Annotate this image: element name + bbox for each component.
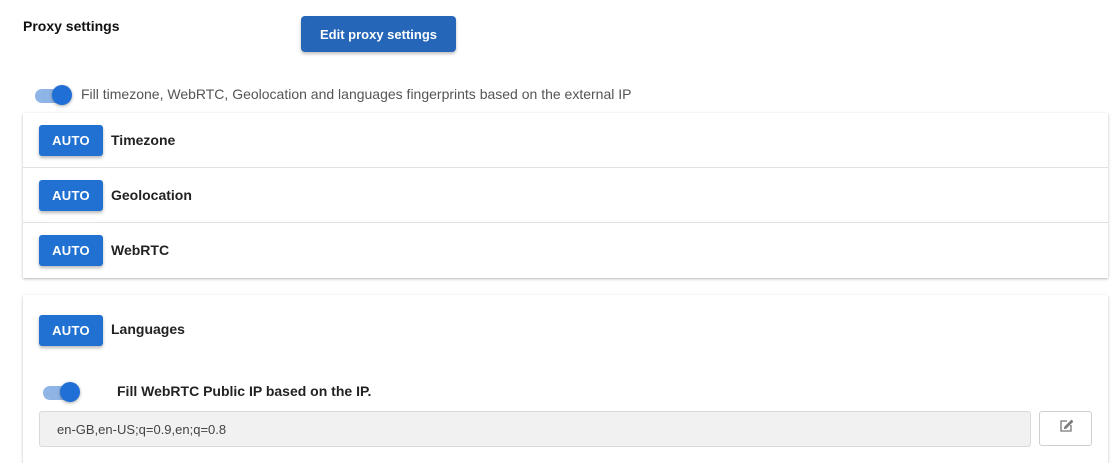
toggle-knob (52, 85, 72, 105)
section-title: Proxy settings (23, 18, 120, 34)
edit-icon (1058, 418, 1074, 439)
timezone-auto-button[interactable]: AUTO (39, 125, 103, 156)
languages-input[interactable] (39, 411, 1031, 447)
fingerprint-toggle-label: Fill timezone, WebRTC, Geolocation and l… (81, 86, 632, 102)
edit-languages-button[interactable] (1039, 411, 1092, 446)
webrtc-label: WebRTC (111, 242, 170, 258)
edit-proxy-settings-button[interactable]: Edit proxy settings (301, 16, 456, 52)
fingerprint-toggle[interactable] (35, 84, 73, 106)
setting-row-webrtc: AUTO WebRTC (23, 223, 1108, 278)
webrtc-public-ip-toggle[interactable] (43, 381, 81, 403)
languages-card: AUTO Languages Fill WebRTC Public IP bas… (23, 295, 1108, 463)
webrtc-public-ip-label: Fill WebRTC Public IP based on the IP. (117, 383, 372, 399)
languages-label: Languages (111, 321, 185, 337)
geolocation-auto-button[interactable]: AUTO (39, 180, 103, 211)
geolocation-label: Geolocation (111, 187, 192, 203)
setting-row-geolocation: AUTO Geolocation (23, 168, 1108, 223)
setting-row-timezone: AUTO Timezone (23, 113, 1108, 168)
auto-settings-card: AUTO Timezone AUTO Geolocation AUTO WebR… (23, 113, 1108, 278)
timezone-label: Timezone (111, 132, 176, 148)
webrtc-auto-button[interactable]: AUTO (39, 235, 103, 266)
toggle-knob (60, 382, 80, 402)
languages-auto-button[interactable]: AUTO (39, 315, 103, 346)
